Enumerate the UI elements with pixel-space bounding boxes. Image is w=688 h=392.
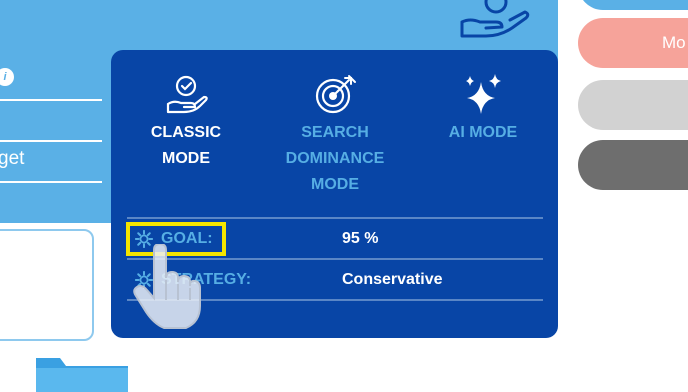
mode-search-dominance[interactable]: SEARCH DOMINANCE MODE [265,74,405,198]
hand-coin-icon [460,0,530,38]
mode-label: SEARCH DOMINANCE MODE [285,124,385,193]
input-box[interactable] [0,229,94,341]
divider [127,217,543,219]
goal-value: 95 % [342,230,379,247]
folder-icon [36,358,128,392]
mode-classic[interactable]: CLASSIC MODE [116,74,256,172]
divider [0,140,102,142]
mode-button-label: Mo [662,33,686,52]
sparkle-icon [466,74,501,114]
mode-ai[interactable]: AI MODE [413,74,553,146]
light-gray-button[interactable] [578,80,688,130]
divider [0,181,102,183]
mode-button[interactable]: Mo [578,18,688,68]
target-icon [315,75,356,114]
budget-label: get [0,148,25,169]
strategy-value: Conservative [342,271,443,288]
info-icon[interactable]: i [0,68,14,86]
dark-gray-button[interactable] [578,140,688,190]
top-button[interactable] [578,0,688,10]
mode-label: CLASSIC MODE [150,124,222,167]
mode-label: AI MODE [448,124,518,141]
divider [0,99,102,101]
hand-check-icon [166,75,208,114]
hand-pointer-icon [133,244,201,329]
